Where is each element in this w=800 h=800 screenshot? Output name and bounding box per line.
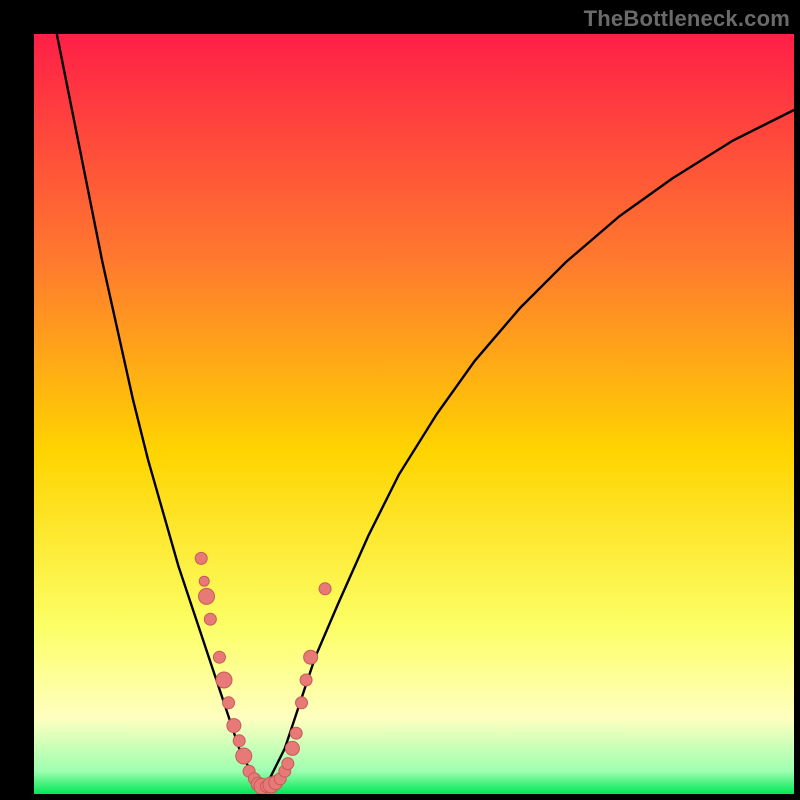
data-point <box>199 576 209 586</box>
data-point <box>227 719 241 733</box>
data-point <box>233 735 245 747</box>
bottleneck-chart <box>34 34 794 794</box>
data-point <box>236 748 252 764</box>
data-point <box>290 727 302 739</box>
data-point <box>216 672 232 688</box>
data-point <box>213 651 225 663</box>
data-point <box>282 758 294 770</box>
data-point <box>223 697 235 709</box>
data-point <box>195 552 207 564</box>
gradient-background <box>34 34 794 794</box>
data-point <box>199 588 215 604</box>
plot-area <box>34 34 794 794</box>
data-point <box>300 674 312 686</box>
watermark-text: TheBottleneck.com <box>584 6 790 32</box>
chart-frame: TheBottleneck.com <box>0 0 800 800</box>
data-point <box>296 697 308 709</box>
data-point <box>319 583 331 595</box>
data-point <box>285 741 299 755</box>
data-point <box>204 613 216 625</box>
data-point <box>304 650 318 664</box>
